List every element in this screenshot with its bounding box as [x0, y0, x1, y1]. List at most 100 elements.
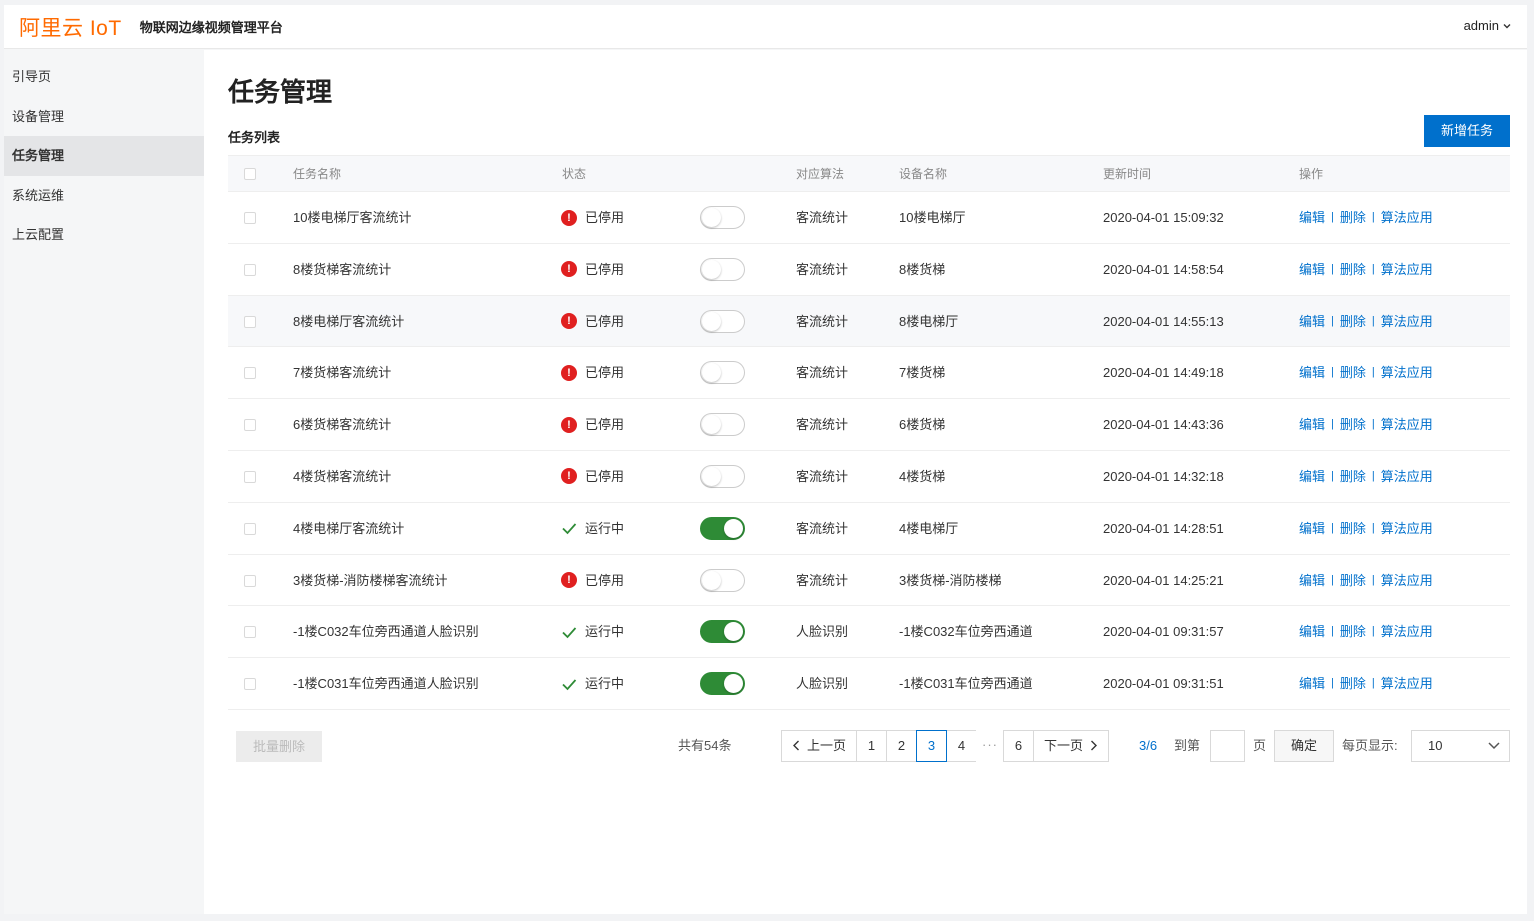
- edit-link[interactable]: 编辑: [1299, 658, 1325, 709]
- row-actions: 编辑 | 删除 | 算法应用: [1299, 399, 1433, 450]
- edit-link[interactable]: 编辑: [1299, 555, 1325, 606]
- user-menu[interactable]: admin: [1464, 18, 1512, 33]
- page-2-button[interactable]: 2: [886, 730, 918, 762]
- task-toggle-switch[interactable]: [700, 464, 745, 488]
- delete-link[interactable]: 删除: [1340, 244, 1366, 295]
- updated-time: 2020-04-01 14:25:21: [1103, 572, 1224, 588]
- table-row: 8楼货梯客流统计! 已停用 客流统计 8楼货梯 2020-04-01 14:58:54 编…: [228, 244, 1510, 296]
- separator: |: [1371, 677, 1375, 690]
- page-unit-label: 页: [1253, 738, 1267, 753]
- separator: |: [1371, 573, 1375, 586]
- row-checkbox[interactable]: [244, 522, 256, 535]
- task-toggle-switch[interactable]: [700, 516, 745, 540]
- goto-page-input[interactable]: [1210, 730, 1245, 762]
- page-1-button[interactable]: 1: [856, 730, 888, 762]
- task-status: 运行中: [561, 606, 624, 657]
- algorithm-apply-link[interactable]: 算法应用: [1381, 606, 1433, 657]
- edit-link[interactable]: 编辑: [1299, 399, 1325, 450]
- status-text: 已停用: [585, 313, 625, 329]
- edit-link[interactable]: 编辑: [1299, 192, 1325, 243]
- row-checkbox[interactable]: [244, 470, 256, 483]
- edit-link[interactable]: 编辑: [1299, 296, 1325, 347]
- page-6-button[interactable]: 6: [1003, 730, 1035, 762]
- device-name: 3楼货梯-消防楼梯: [899, 572, 1002, 588]
- table-row: 7楼货梯客流统计! 已停用 客流统计 7楼货梯 2020-04-01 14:49:18 编…: [228, 347, 1510, 400]
- status-text: 已停用: [585, 261, 625, 277]
- edit-link[interactable]: 编辑: [1299, 347, 1325, 398]
- updated-time: 2020-04-01 09:31:57: [1103, 624, 1224, 640]
- task-toggle-switch[interactable]: [700, 672, 745, 696]
- aliyun-iot-logo[interactable]: 阿里云 IoT: [19, 12, 122, 42]
- delete-link[interactable]: 删除: [1340, 296, 1366, 347]
- algorithm-apply-link[interactable]: 算法应用: [1381, 555, 1433, 606]
- edit-link[interactable]: 编辑: [1299, 451, 1325, 502]
- per-page-value: 10: [1428, 738, 1443, 753]
- algorithm: 客流统计: [796, 261, 849, 277]
- add-task-button[interactable]: 新增任务: [1424, 115, 1510, 147]
- edit-link[interactable]: 编辑: [1299, 606, 1325, 657]
- algorithm-apply-link[interactable]: 算法应用: [1381, 192, 1433, 243]
- algorithm-apply-link[interactable]: 算法应用: [1381, 451, 1433, 502]
- row-actions: 编辑 | 删除 | 算法应用: [1299, 347, 1433, 398]
- per-page-select[interactable]: 10: [1411, 730, 1510, 762]
- task-toggle-switch[interactable]: [700, 361, 745, 385]
- algorithm-apply-link[interactable]: 算法应用: [1381, 658, 1433, 709]
- delete-link[interactable]: 删除: [1340, 192, 1366, 243]
- task-toggle-switch[interactable]: [700, 568, 745, 592]
- row-checkbox[interactable]: [244, 315, 256, 328]
- confirm-button[interactable]: 确定: [1274, 730, 1334, 762]
- task-toggle-switch[interactable]: [700, 620, 745, 644]
- algorithm-apply-link[interactable]: 算法应用: [1381, 399, 1433, 450]
- edit-link[interactable]: 编辑: [1299, 503, 1325, 554]
- task-toggle-switch[interactable]: [700, 413, 745, 437]
- status-text: 已停用: [585, 365, 625, 381]
- separator: |: [1331, 211, 1334, 223]
- stopped-alert-icon: !: [561, 261, 577, 278]
- task-toggle-switch[interactable]: [700, 309, 745, 333]
- algorithm-apply-link[interactable]: 算法应用: [1381, 503, 1433, 554]
- delete-link[interactable]: 删除: [1340, 399, 1366, 450]
- task-status: ! 已停用: [561, 192, 624, 243]
- batch-delete-button[interactable]: 批量删除: [236, 731, 322, 762]
- check-icon: [562, 627, 577, 639]
- sidebar-item[interactable]: 上云配置: [4, 215, 204, 255]
- select-all-checkbox[interactable]: [244, 168, 256, 180]
- row-checkbox[interactable]: [244, 367, 256, 380]
- row-checkbox[interactable]: [244, 212, 256, 224]
- row-checkbox[interactable]: [244, 678, 256, 691]
- edit-link[interactable]: 编辑: [1299, 244, 1325, 295]
- task-toggle-switch[interactable]: [700, 257, 745, 281]
- row-checkbox[interactable]: [244, 626, 256, 639]
- toggle-knob: [702, 259, 721, 279]
- sidebar-item[interactable]: 设备管理: [4, 97, 204, 137]
- prev-page-button[interactable]: 上一页: [781, 730, 858, 762]
- col-algorithm: 对应算法: [796, 167, 845, 181]
- stopped-alert-icon: !: [561, 364, 577, 381]
- delete-link[interactable]: 删除: [1340, 606, 1366, 657]
- delete-link[interactable]: 删除: [1340, 503, 1366, 554]
- updated-time: 2020-04-01 09:31:51: [1103, 676, 1224, 692]
- page-4-button[interactable]: 4: [946, 730, 978, 762]
- task-toggle-switch[interactable]: [700, 206, 745, 229]
- algorithm-apply-link[interactable]: 算法应用: [1381, 244, 1433, 295]
- task-name: -1楼C031车位旁西通道人脸识别: [293, 676, 479, 692]
- algorithm-apply-link[interactable]: 算法应用: [1381, 296, 1433, 347]
- row-checkbox[interactable]: [244, 263, 256, 276]
- separator: |: [1331, 573, 1334, 586]
- algorithm: 客流统计: [796, 520, 849, 536]
- row-checkbox[interactable]: [244, 419, 256, 432]
- row-checkbox[interactable]: [244, 574, 256, 587]
- algorithm-apply-link[interactable]: 算法应用: [1381, 347, 1433, 398]
- page-title: 任务管理: [228, 77, 333, 107]
- next-page-button[interactable]: 下一页: [1033, 730, 1110, 762]
- pagination-ellipsis: ···: [976, 730, 1005, 762]
- delete-link[interactable]: 删除: [1340, 658, 1366, 709]
- sidebar-item[interactable]: 系统运维: [4, 176, 204, 216]
- sidebar-item[interactable]: 引导页: [4, 57, 204, 97]
- delete-link[interactable]: 删除: [1340, 555, 1366, 606]
- check-icon: [562, 523, 577, 535]
- page-3-button[interactable]: 3: [916, 730, 948, 762]
- sidebar-item[interactable]: 任务管理: [4, 136, 204, 176]
- delete-link[interactable]: 删除: [1340, 451, 1366, 502]
- delete-link[interactable]: 删除: [1340, 347, 1366, 398]
